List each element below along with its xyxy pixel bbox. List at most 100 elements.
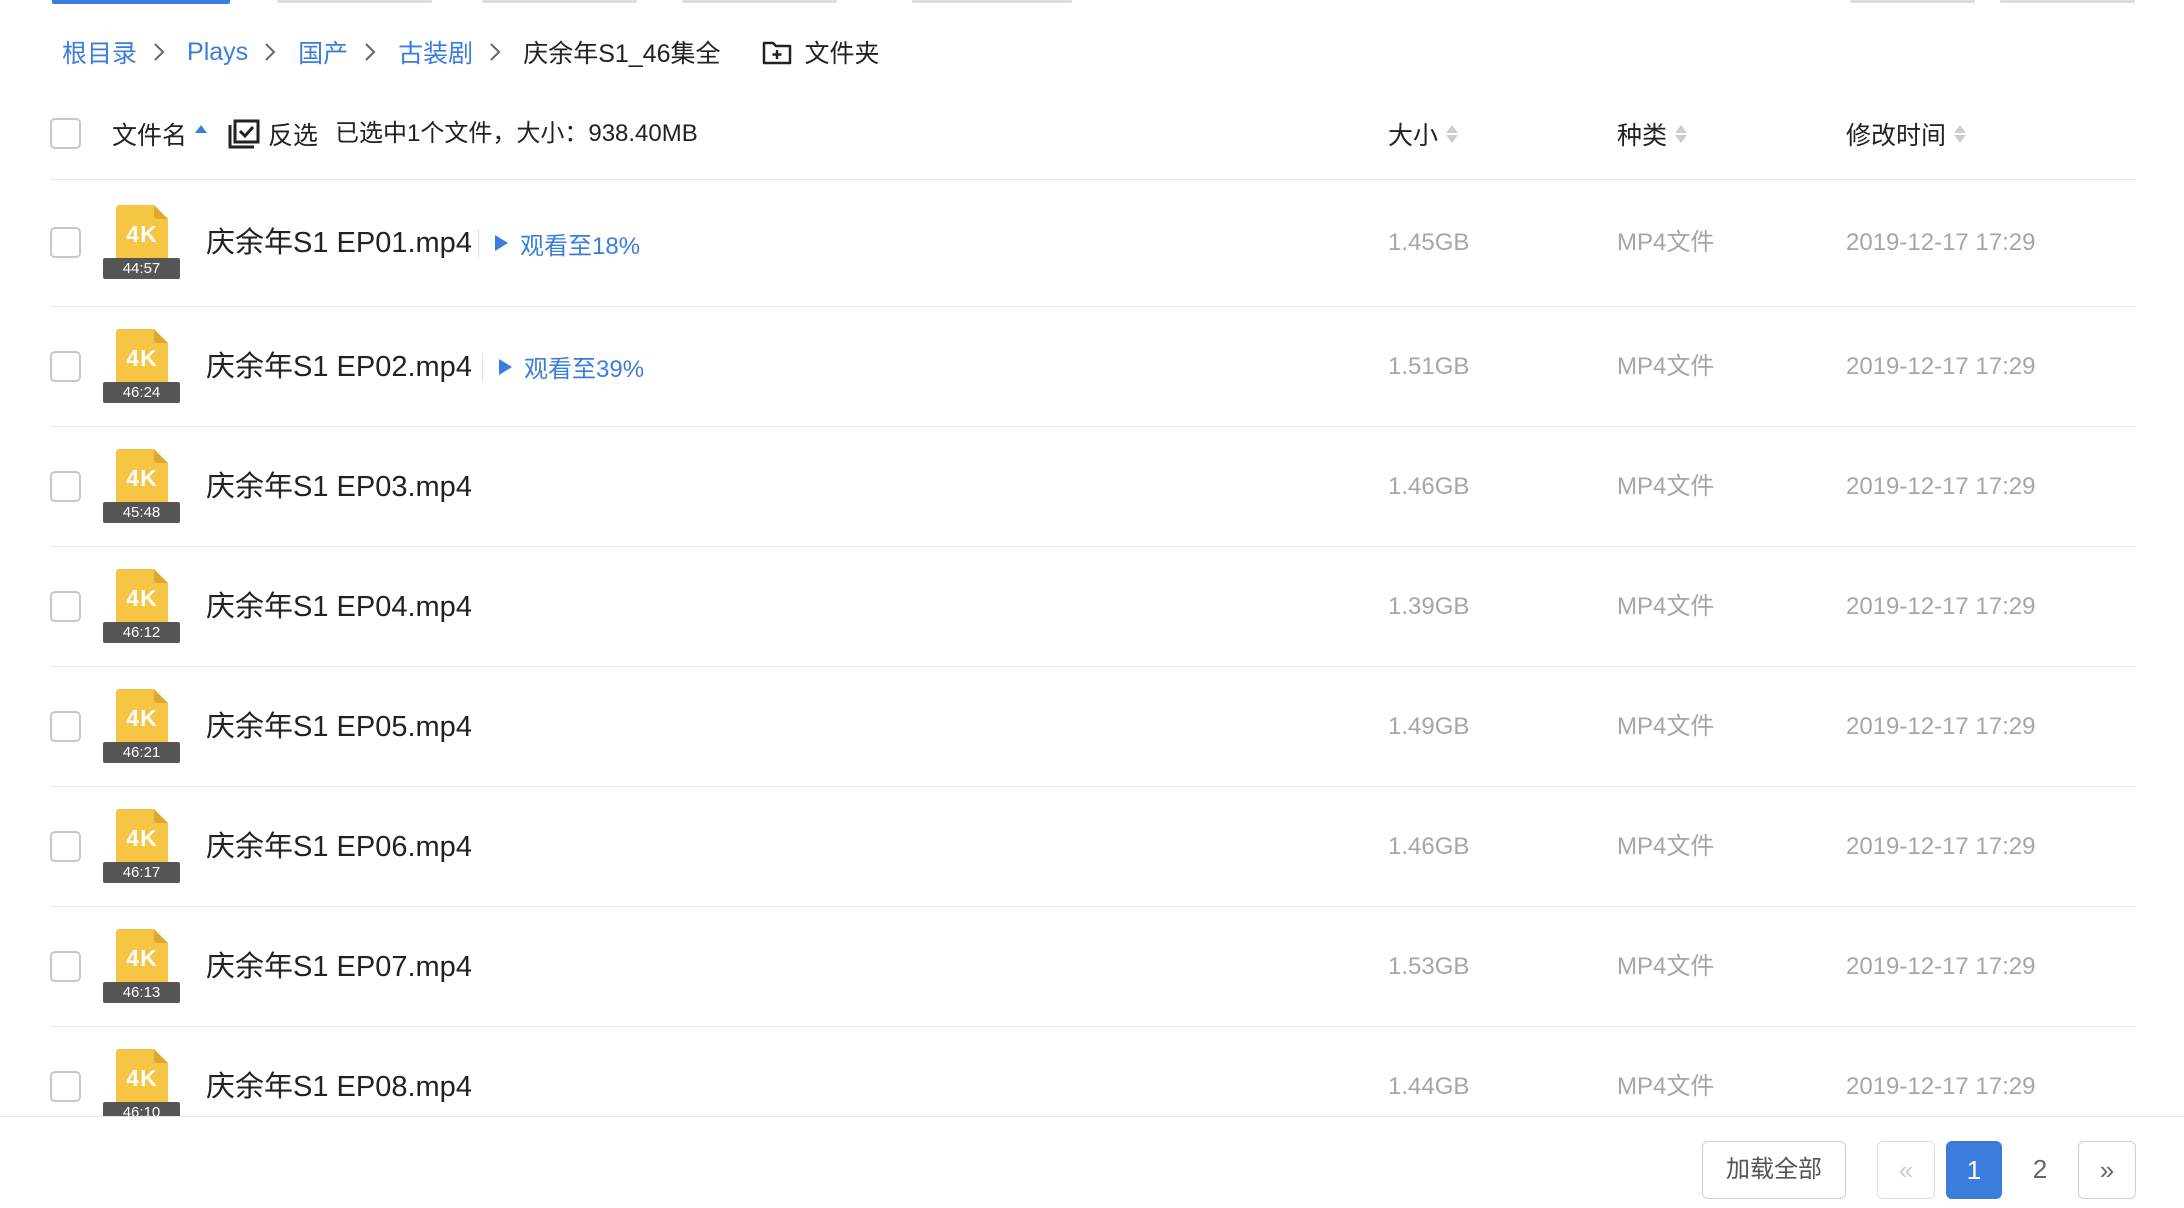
file-size: 1.46GB — [1388, 832, 1470, 860]
play-icon — [499, 358, 512, 375]
top-tab[interactable] — [482, 0, 637, 3]
file-type: MP4文件 — [1617, 472, 1715, 500]
name-column-label: 文件名 — [112, 122, 188, 150]
page-button-1[interactable]: 1 — [1946, 1141, 2002, 1199]
file-type: MP4文件 — [1617, 352, 1715, 380]
folder-plus-icon — [762, 39, 792, 65]
duration-badge: 45:48 — [103, 501, 180, 523]
resume-playback-link[interactable]: 观看至18% — [478, 225, 640, 261]
file-size: 1.51GB — [1388, 352, 1470, 380]
new-folder-button[interactable]: 文件夹 — [762, 34, 880, 70]
sort-icon — [1954, 125, 1967, 143]
file-type: MP4文件 — [1617, 712, 1715, 740]
file-name[interactable]: 庆余年S1 EP08.mp4 — [206, 1069, 472, 1105]
file-checkbox[interactable] — [50, 470, 81, 502]
new-folder-label: 文件夹 — [804, 40, 880, 68]
watch-progress: 观看至39% — [524, 356, 645, 383]
sort-by-modified[interactable]: 修改时间 — [1846, 114, 1967, 154]
video-thumbnail[interactable]: 4K 44:57 — [103, 205, 180, 279]
file-checkbox[interactable] — [50, 950, 81, 982]
sort-icon — [195, 125, 208, 143]
pagination-bar: 加载全部 « 1 2 » — [0, 1116, 2184, 1208]
file-modified: 2019-12-17 17:29 — [1846, 472, 2036, 500]
load-all-button[interactable]: 加载全部 — [1702, 1141, 1846, 1199]
sort-icon — [1446, 125, 1459, 143]
page-button-2[interactable]: 2 — [2012, 1141, 2068, 1199]
file-modified: 2019-12-17 17:29 — [1846, 229, 2036, 256]
file-row[interactable]: 4K 46:21 庆余年S1 EP05.mp4 1.49GB MP4文件 201… — [50, 667, 2136, 787]
file-row[interactable]: 4K 46:17 庆余年S1 EP06.mp4 1.46GB MP4文件 201… — [50, 787, 2136, 907]
next-page-button[interactable]: » — [2078, 1141, 2136, 1199]
file-checkbox[interactable] — [50, 350, 81, 382]
top-tab[interactable] — [912, 0, 1072, 3]
breadcrumb-plays[interactable]: Plays — [187, 38, 248, 67]
sort-by-name[interactable]: 文件名 — [112, 114, 208, 154]
file-name[interactable]: 庆余年S1 EP07.mp4 — [206, 949, 472, 985]
breadcrumb-current: 庆余年S1_46集全 — [523, 40, 721, 68]
resume-playback-link[interactable]: 观看至39% — [482, 349, 644, 385]
top-tab[interactable] — [277, 0, 432, 3]
file-modified: 2019-12-17 17:29 — [1846, 832, 2036, 860]
video-thumbnail[interactable]: 4K 46:21 — [103, 688, 180, 763]
file-size: 1.53GB — [1388, 952, 1470, 980]
invert-select-icon — [228, 119, 260, 149]
file-type: MP4文件 — [1617, 832, 1715, 860]
sort-icon — [1675, 125, 1688, 143]
sort-by-type[interactable]: 种类 — [1617, 114, 1688, 154]
play-icon — [495, 235, 508, 251]
top-tab[interactable] — [2000, 0, 2135, 3]
type-column-label: 种类 — [1617, 122, 1668, 150]
file-modified: 2019-12-17 17:29 — [1846, 592, 2036, 620]
file-name[interactable]: 庆余年S1 EP01.mp4 — [206, 225, 472, 261]
file-size: 1.44GB — [1388, 1072, 1470, 1100]
size-column-label: 大小 — [1388, 122, 1439, 150]
file-size: 1.49GB — [1388, 712, 1470, 740]
file-name[interactable]: 庆余年S1 EP03.mp4 — [206, 469, 472, 505]
file-name[interactable]: 庆余年S1 EP05.mp4 — [206, 709, 472, 745]
chevron-right-icon — [264, 42, 276, 62]
invert-selection-label: 反选 — [268, 122, 319, 150]
file-modified: 2019-12-17 17:29 — [1846, 712, 2036, 740]
file-row[interactable]: 4K 46:24 庆余年S1 EP02.mp4 观看至39% 1.51GB MP… — [50, 307, 2136, 427]
file-checkbox[interactable] — [50, 830, 81, 862]
file-row[interactable]: 4K 46:10 庆余年S1 EP08.mp4 1.44GB MP4文件 201… — [50, 1027, 2136, 1116]
duration-badge: 46:10 — [103, 1101, 180, 1116]
file-row[interactable]: 4K 44:57 庆余年S1 EP01.mp4 观看至18% 1.45GB MP… — [50, 180, 2136, 307]
chevron-right-icon — [153, 42, 165, 62]
video-thumbnail[interactable]: 4K 45:48 — [103, 448, 180, 523]
video-thumbnail[interactable]: 4K 46:10 — [103, 1048, 180, 1116]
file-row[interactable]: 4K 45:48 庆余年S1 EP03.mp4 1.46GB MP4文件 201… — [50, 427, 2136, 547]
file-row[interactable]: 4K 46:12 庆余年S1 EP04.mp4 1.39GB MP4文件 201… — [50, 547, 2136, 667]
top-tab[interactable] — [1850, 0, 1975, 3]
file-checkbox[interactable] — [50, 590, 81, 622]
file-checkbox[interactable] — [50, 227, 81, 258]
breadcrumb-domestic[interactable]: 国产 — [298, 34, 348, 70]
video-thumbnail[interactable]: 4K 46:17 — [103, 808, 180, 883]
select-all-checkbox[interactable] — [50, 118, 81, 149]
breadcrumb-costume-drama[interactable]: 古装剧 — [398, 34, 473, 70]
duration-badge: 46:13 — [103, 981, 180, 1003]
file-size: 1.39GB — [1388, 592, 1470, 620]
file-name[interactable]: 庆余年S1 EP04.mp4 — [206, 589, 472, 625]
modified-column-label: 修改时间 — [1846, 122, 1947, 150]
file-type: MP4文件 — [1617, 229, 1715, 256]
sort-by-size[interactable]: 大小 — [1388, 114, 1459, 154]
top-tab-active[interactable] — [52, 0, 230, 4]
video-thumbnail[interactable]: 4K 46:24 — [103, 328, 180, 403]
file-name[interactable]: 庆余年S1 EP02.mp4 — [206, 349, 472, 385]
top-tab[interactable] — [682, 0, 837, 3]
file-checkbox[interactable] — [50, 1070, 81, 1102]
file-modified: 2019-12-17 17:29 — [1846, 952, 2036, 980]
file-row[interactable]: 4K 46:13 庆余年S1 EP07.mp4 1.53GB MP4文件 201… — [50, 907, 2136, 1027]
breadcrumb-root[interactable]: 根目录 — [62, 34, 137, 70]
file-type: MP4文件 — [1617, 952, 1715, 980]
duration-badge: 46:12 — [103, 621, 180, 643]
breadcrumb: 根目录 Plays 国产 古装剧 庆余年S1_46集全 文件夹 — [62, 30, 880, 74]
prev-page-button[interactable]: « — [1877, 1141, 1935, 1199]
file-name[interactable]: 庆余年S1 EP06.mp4 — [206, 829, 472, 865]
invert-selection-button[interactable]: 反选 — [228, 114, 318, 154]
video-thumbnail[interactable]: 4K 46:12 — [103, 568, 180, 643]
video-thumbnail[interactable]: 4K 46:13 — [103, 928, 180, 1003]
file-checkbox[interactable] — [50, 710, 81, 742]
duration-badge: 44:57 — [103, 258, 180, 279]
